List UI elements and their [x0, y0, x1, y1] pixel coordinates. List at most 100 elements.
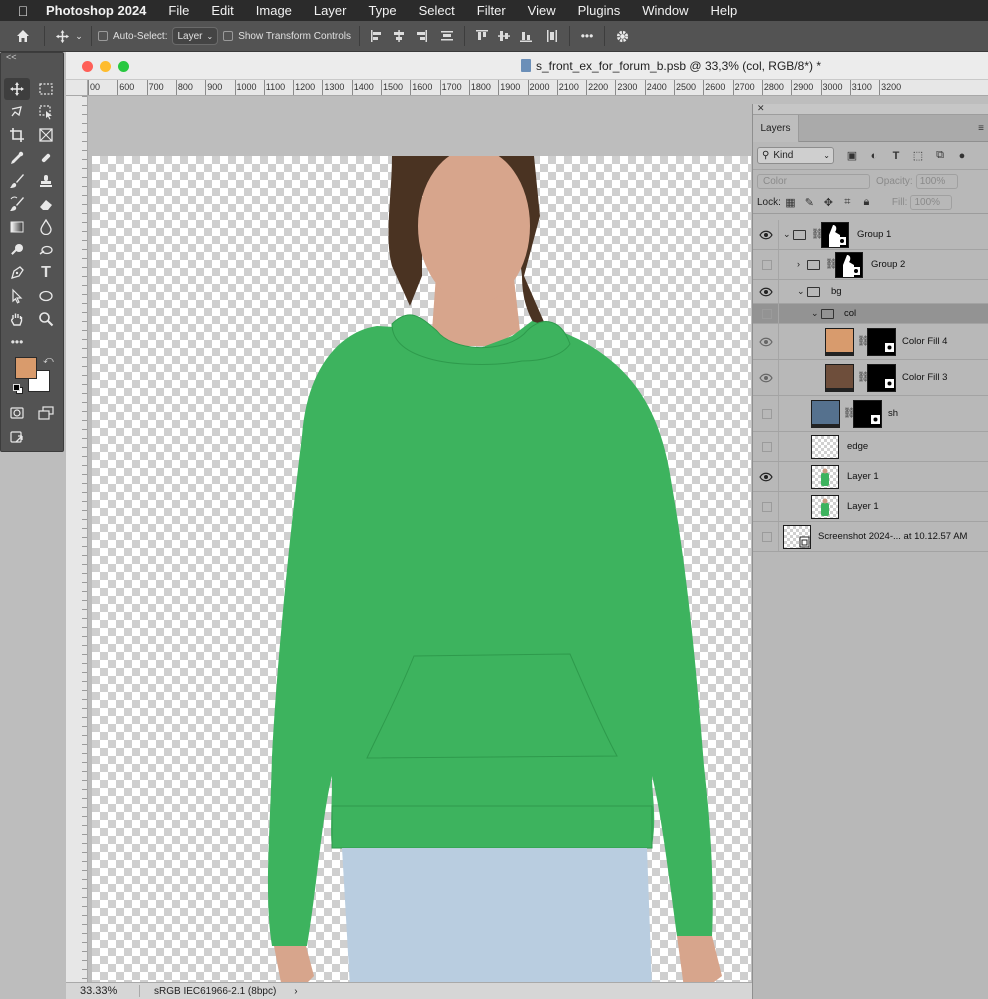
- align-left-icon[interactable]: [368, 27, 386, 45]
- zoom-level[interactable]: 33.33%: [66, 985, 140, 997]
- clone-stamp-tool-icon[interactable]: [33, 170, 59, 192]
- menu-plugins[interactable]: Plugins: [567, 3, 632, 18]
- menu-image[interactable]: Image: [245, 3, 303, 18]
- gradient-tool-icon[interactable]: [4, 216, 30, 238]
- apple-icon[interactable]: : [0, 3, 46, 19]
- status-menu-button[interactable]: ›: [276, 986, 297, 997]
- type-filter-icon[interactable]: T: [886, 150, 906, 162]
- swap-colors-icon[interactable]: ⤺: [43, 355, 54, 366]
- menu-view[interactable]: View: [517, 3, 567, 18]
- chevron-down-icon[interactable]: ⌄: [73, 25, 85, 47]
- panel-menu-icon[interactable]: ≡: [978, 123, 984, 134]
- layer-mask-thumbnail[interactable]: [835, 251, 863, 278]
- align-top-icon[interactable]: [473, 27, 491, 45]
- vertical-ruler[interactable]: [66, 96, 88, 996]
- frame-tool-icon[interactable]: [33, 124, 59, 146]
- foreground-color-swatch-top[interactable]: [15, 357, 37, 379]
- ruler-origin[interactable]: [66, 80, 88, 96]
- layer-name[interactable]: sh: [888, 408, 898, 419]
- layer-name[interactable]: Screenshot 2024-... at 10.12.57 AM: [818, 531, 967, 542]
- share-icon[interactable]: [4, 427, 30, 449]
- document-canvas[interactable]: [92, 156, 751, 988]
- chevron-right-icon[interactable]: ›: [797, 259, 800, 269]
- opacity-input[interactable]: 100%: [915, 173, 958, 189]
- lock-position-icon[interactable]: ✥: [819, 196, 838, 209]
- menu-file[interactable]: File: [157, 3, 200, 18]
- layer-thumbnail[interactable]: [811, 434, 839, 459]
- horizontal-ruler[interactable]: 00 600 700 800 900 1000 1100 1200 1300 1400 1500 16…: [88, 80, 988, 96]
- layer-row-edge[interactable]: edge: [753, 432, 988, 462]
- path-selection-tool-icon[interactable]: [4, 285, 30, 307]
- visibility-toggle[interactable]: [762, 531, 772, 542]
- eraser-tool-icon[interactable]: [33, 193, 59, 215]
- hand-tool-icon[interactable]: [4, 308, 30, 330]
- layer-mask-thumbnail[interactable]: [853, 399, 882, 428]
- pen-tool-icon[interactable]: [4, 262, 30, 284]
- screen-mode-icon[interactable]: [33, 402, 59, 424]
- ellipse-tool-icon[interactable]: [33, 285, 59, 307]
- show-transform-checkbox[interactable]: [223, 31, 234, 41]
- menu-type[interactable]: Type: [357, 3, 407, 18]
- quick-mask-icon[interactable]: [4, 402, 30, 424]
- layer-thumbnail[interactable]: [811, 464, 839, 489]
- visibility-toggle[interactable]: [762, 408, 772, 419]
- visibility-toggle[interactable]: [762, 308, 772, 319]
- visibility-toggle[interactable]: [762, 441, 772, 452]
- lock-artboard-icon[interactable]: ⌗: [838, 196, 857, 209]
- layer-name[interactable]: Group 1: [857, 229, 891, 240]
- layer-mask-thumbnail[interactable]: [867, 363, 896, 392]
- gear-icon[interactable]: [611, 25, 633, 47]
- smudge-tool-icon[interactable]: [33, 239, 59, 261]
- type-tool-icon[interactable]: T: [33, 262, 59, 284]
- align-right-icon[interactable]: [412, 27, 430, 45]
- align-center-icon[interactable]: [390, 27, 408, 45]
- collapse-panel-button[interactable]: <<: [1, 53, 63, 63]
- crop-tool-icon[interactable]: [4, 124, 30, 146]
- eye-icon[interactable]: [759, 471, 773, 483]
- layer-name[interactable]: Layer 1: [847, 471, 879, 482]
- pixel-filter-icon[interactable]: ▣: [842, 149, 862, 162]
- color-fill-thumbnail[interactable]: [825, 363, 854, 392]
- layer-row-col[interactable]: ⌄ col: [753, 304, 988, 324]
- layer-row-group-1[interactable]: ⌄ ⛓ Group 1: [753, 220, 988, 250]
- layer-row-bg[interactable]: ⌄ bg: [753, 280, 988, 304]
- layer-row-layer-1-copy[interactable]: Layer 1: [753, 492, 988, 522]
- layer-name[interactable]: Group 2: [871, 259, 905, 270]
- distribute-horizontal-icon[interactable]: [543, 27, 561, 45]
- lock-pixels-icon[interactable]: ✎: [800, 196, 819, 209]
- smart-object-filter-icon[interactable]: ⧉: [930, 149, 950, 162]
- layer-name[interactable]: bg: [831, 286, 842, 297]
- layer-row-layer-1[interactable]: Layer 1: [753, 462, 988, 492]
- auto-select-dropdown[interactable]: Layer ⌄: [172, 27, 219, 45]
- align-middle-icon[interactable]: [495, 27, 513, 45]
- move-tool-icon[interactable]: [4, 78, 30, 100]
- blur-tool-icon[interactable]: [33, 216, 59, 238]
- close-window-button[interactable]: [82, 61, 93, 72]
- layer-row-sh[interactable]: ⛓ sh: [753, 396, 988, 432]
- layer-thumbnail[interactable]: [811, 494, 839, 519]
- color-fill-thumbnail[interactable]: [825, 327, 854, 356]
- menu-edit[interactable]: Edit: [200, 3, 244, 18]
- align-bottom-icon[interactable]: [517, 27, 535, 45]
- menu-layer[interactable]: Layer: [303, 3, 358, 18]
- visibility-toggle[interactable]: [762, 501, 772, 512]
- minimize-window-button[interactable]: [100, 61, 111, 72]
- zoom-window-button[interactable]: [118, 61, 129, 72]
- close-panel-icon[interactable]: ✕: [757, 103, 765, 114]
- history-brush-tool-icon[interactable]: [4, 193, 30, 215]
- lasso-tool-icon[interactable]: [4, 101, 30, 123]
- eye-icon[interactable]: [759, 286, 773, 298]
- healing-brush-tool-icon[interactable]: [33, 147, 59, 169]
- marquee-tool-icon[interactable]: [33, 78, 59, 100]
- move-tool-icon[interactable]: [51, 25, 73, 47]
- distribute-icon[interactable]: [438, 27, 456, 45]
- fill-input[interactable]: 100%: [910, 195, 953, 210]
- filter-toggle-icon[interactable]: ●: [952, 150, 972, 162]
- more-options-button[interactable]: •••: [576, 25, 598, 47]
- default-colors-icon[interactable]: [13, 384, 23, 394]
- chevron-down-icon[interactable]: ⌄: [811, 308, 819, 319]
- layer-row-group-2[interactable]: › ⛓ Group 2: [753, 250, 988, 280]
- auto-select-checkbox[interactable]: [98, 31, 108, 41]
- dodge-tool-icon[interactable]: [4, 239, 30, 261]
- eye-icon[interactable]: [759, 229, 773, 241]
